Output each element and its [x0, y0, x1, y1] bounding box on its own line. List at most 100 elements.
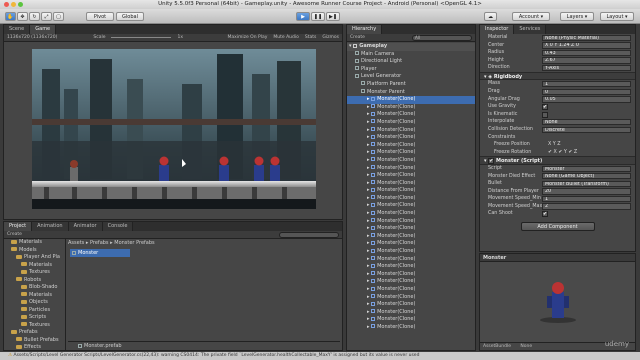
global-toggle[interactable]: Global [116, 12, 144, 21]
property-value-field[interactable]: 0.05 [542, 96, 631, 103]
hierarchy-clone-item[interactable]: ▸ Monster(Clone) [347, 263, 475, 271]
game-viewport[interactable] [32, 49, 316, 209]
hierarchy-clone-item[interactable]: ▸ Monster(Clone) [347, 309, 475, 317]
scene-row[interactable]: ▾ Gameplay [347, 43, 475, 51]
breadcrumb-item[interactable]: Monster Prefabs [114, 240, 154, 246]
project-folder-item[interactable]: Materials [4, 239, 65, 247]
rigidbody-header[interactable]: ▾ ◈ Rigidbody [480, 71, 635, 81]
hierarchy-clone-item[interactable]: ▸ Monster(Clone) [347, 111, 475, 119]
hierarchy-clone-item[interactable]: ▸ Monster(Clone) [347, 142, 475, 150]
close-window-icon[interactable] [4, 2, 9, 7]
hierarchy-clone-item[interactable]: ▸ Monster(Clone) [347, 218, 475, 226]
tab-scene[interactable]: Scene [4, 25, 31, 34]
scale-slider[interactable] [111, 37, 172, 38]
assetbundle-value[interactable]: None [520, 344, 532, 349]
account-dropdown[interactable]: Account ▾ [512, 12, 550, 21]
hierarchy-item[interactable]: Monster Parent [347, 89, 475, 97]
minimize-window-icon[interactable] [11, 2, 16, 7]
hierarchy-item[interactable]: Level Generator [347, 73, 475, 81]
property-value-field[interactable]: Monster [542, 165, 631, 172]
property-value-field[interactable]: 1 [542, 81, 631, 88]
hierarchy-create-dropdown[interactable]: Create [350, 35, 365, 40]
project-folder-item[interactable]: Blob-Shado [4, 284, 65, 292]
hierarchy-clone-item[interactable]: ▸ Monster(Clone) [347, 119, 475, 127]
hierarchy-clone-item[interactable]: ▸ Monster(Clone) [347, 248, 475, 256]
project-folder-item[interactable]: Textures [4, 322, 65, 330]
hierarchy-clone-item[interactable]: ▸ Monster(Clone) [347, 149, 475, 157]
hierarchy-clone-item[interactable]: ▸ Monster(Clone) [347, 240, 475, 248]
hierarchy-clone-item[interactable]: ▸ Monster(Clone) [347, 172, 475, 180]
asset-item[interactable]: Monster [70, 249, 130, 257]
hierarchy-clone-item[interactable]: ▸ Monster(Clone) [347, 165, 475, 173]
hierarchy-clone-item[interactable]: ▸ Monster(Clone) [347, 256, 475, 264]
tab-project[interactable]: Project [4, 222, 33, 231]
project-folder-item[interactable]: Objects [4, 299, 65, 307]
property-value-field[interactable]: 0.43 [542, 49, 631, 57]
add-component-button[interactable]: Add Component [520, 222, 595, 232]
tab-animation[interactable]: Animation [32, 222, 69, 231]
property-value-field[interactable]: 1 [542, 195, 631, 203]
hierarchy-clone-item[interactable]: ▸ Monster(Clone) [347, 104, 475, 112]
hierarchy-clone-item[interactable]: ▸ Monster(Clone) [347, 278, 475, 286]
project-create-dropdown[interactable]: Create [7, 232, 22, 237]
project-folder-item[interactable]: Effects [4, 344, 65, 351]
rotate-tool-button[interactable]: ↻ [29, 12, 40, 21]
hierarchy-clone-item[interactable]: ▸ Monster(Clone) [347, 316, 475, 324]
constraints-row[interactable]: Constraints [480, 134, 635, 142]
breadcrumb-item[interactable]: Assets [68, 240, 84, 246]
preview-canvas[interactable] [480, 262, 635, 342]
hierarchy-item[interactable]: Directional Light [347, 58, 475, 66]
property-checkbox[interactable]: ✔ [542, 104, 548, 111]
maximize-on-play-toggle[interactable]: Maximize On Play [227, 35, 267, 40]
project-folder-item[interactable]: Scripts [4, 314, 65, 322]
tab-inspector[interactable]: Inspector [480, 25, 515, 34]
tab-animator[interactable]: Animator [68, 222, 103, 231]
project-folder-item[interactable]: Robots [4, 277, 65, 285]
freeze-rotation-checks[interactable]: ✔ X ✔ Y ✔ Z [548, 149, 577, 157]
freeze-position-checks[interactable]: X Y Z [548, 141, 561, 149]
hand-tool-button[interactable]: ✋ [5, 12, 16, 21]
scale-tool-button[interactable]: ⤢ [41, 12, 52, 21]
hierarchy-clone-item[interactable]: ▸ Monster(Clone) [347, 324, 475, 332]
property-value-field[interactable]: 2.67 [542, 57, 631, 64]
project-folder-item[interactable]: Particles [4, 307, 65, 315]
tab-game[interactable]: Game [30, 25, 57, 34]
hierarchy-clone-item[interactable]: ▸ Monster(Clone) [347, 134, 475, 142]
property-value-field[interactable]: None [542, 119, 631, 126]
project-folder-item[interactable]: Prefabs [4, 329, 65, 337]
hierarchy-clone-item[interactable]: ▸ Monster(Clone) [347, 286, 475, 294]
layers-dropdown[interactable]: Layers ▾ [560, 12, 594, 21]
script-enabled-checkbox[interactable]: ✔ [488, 158, 495, 165]
step-button[interactable]: ▶❚ [326, 12, 340, 21]
rect-tool-button[interactable]: ▢ [53, 12, 64, 21]
property-value-field[interactable]: 20 [542, 188, 631, 195]
hierarchy-clone-item[interactable]: ▸ Monster(Clone) [347, 96, 475, 104]
property-value-field[interactable]: 2 [542, 203, 631, 210]
project-search-input[interactable] [279, 231, 339, 238]
project-folder-item[interactable]: Materials [4, 292, 65, 300]
gizmos-toggle[interactable]: Gizmos [322, 35, 339, 40]
monster-script-header[interactable]: ▾ ✔ Monster (Script) [480, 156, 635, 165]
hierarchy-clone-item[interactable]: ▸ Monster(Clone) [347, 301, 475, 309]
pivot-toggle[interactable]: Pivot [86, 12, 114, 21]
play-button[interactable]: ▶ [296, 12, 310, 21]
tab-hierarchy[interactable]: Hierarchy [347, 25, 383, 34]
hierarchy-clone-item[interactable]: ▸ Monster(Clone) [347, 225, 475, 233]
hierarchy-clone-item[interactable]: ▸ Monster(Clone) [347, 127, 475, 135]
project-folder-item[interactable]: Materials [4, 262, 65, 270]
property-value-field[interactable]: 0 [542, 88, 631, 96]
mute-audio-toggle[interactable]: Mute Audio [273, 35, 299, 40]
property-checkbox[interactable] [542, 111, 548, 118]
hierarchy-clone-item[interactable]: ▸ Monster(Clone) [347, 202, 475, 210]
property-checkbox[interactable]: ✔ [542, 211, 548, 218]
hierarchy-clone-item[interactable]: ▸ Monster(Clone) [347, 195, 475, 203]
hierarchy-clone-item[interactable]: ▸ Monster(Clone) [347, 233, 475, 241]
property-value-field[interactable]: None (Physic Material) [542, 34, 631, 41]
hierarchy-clone-item[interactable]: ▸ Monster(Clone) [347, 210, 475, 218]
project-folder-item[interactable]: Models [4, 247, 65, 255]
property-value-field[interactable]: X 0 Y 1.24 Z 0 [542, 42, 631, 49]
hierarchy-clone-item[interactable]: ▸ Monster(Clone) [347, 157, 475, 165]
zoom-window-icon[interactable] [18, 2, 23, 7]
breadcrumb-item[interactable]: Prefabs [90, 240, 109, 246]
property-value-field[interactable]: Discrete [542, 126, 631, 134]
